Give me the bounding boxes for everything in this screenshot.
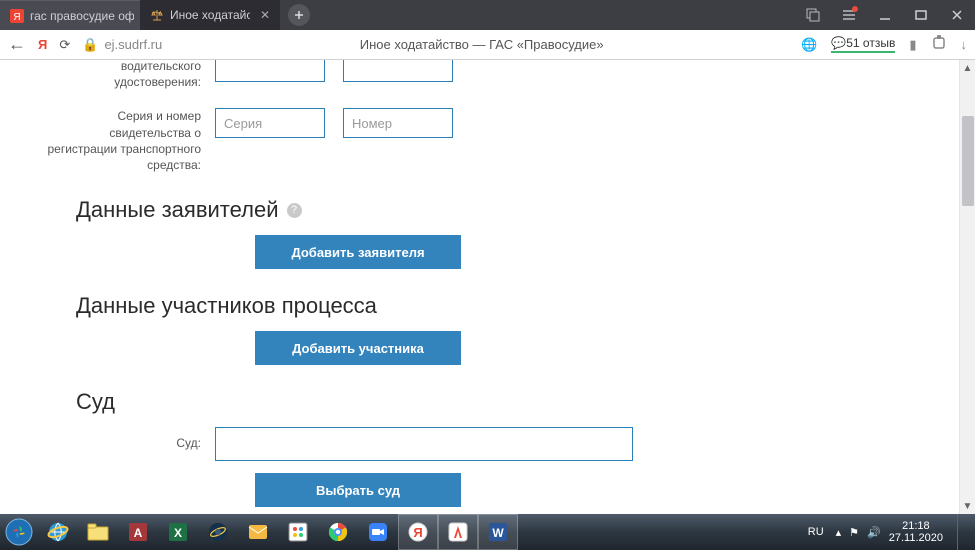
taskbar-excel-icon[interactable]: X <box>158 514 198 550</box>
extensions-icon[interactable] <box>931 35 947 54</box>
yandex-icon: Я <box>10 9 24 23</box>
taskbar-word-icon[interactable]: W <box>478 514 518 550</box>
window-controls <box>795 0 975 30</box>
tray-chevron-icon[interactable]: ▴ <box>836 526 842 539</box>
window-maximize[interactable] <box>903 0 939 30</box>
tabs-overview-button[interactable] <box>795 0 831 30</box>
scroll-down-arrow-icon[interactable]: ▼ <box>960 498 975 514</box>
tray-volume-icon[interactable]: 🔊 <box>867 526 881 539</box>
taskbar-paint-icon[interactable] <box>278 514 318 550</box>
label-vehicle-cert: Серия и номер свидетельства о регистраци… <box>40 108 215 173</box>
bookmark-icon[interactable]: ▮ <box>909 37 916 53</box>
taskbar-yandex-alt-icon[interactable]: Я <box>398 514 438 550</box>
taskbar-explorer-icon[interactable] <box>78 514 118 550</box>
label-driver-license-1: водительского <box>121 60 201 73</box>
downloads-icon[interactable]: ↓ <box>961 37 968 52</box>
tray-flag-icon[interactable]: ⚑ <box>849 526 859 539</box>
taskbar-zoom-icon[interactable] <box>358 514 398 550</box>
lock-icon: 🔒 <box>82 37 98 53</box>
svg-text:X: X <box>174 526 182 540</box>
new-tab-button[interactable] <box>288 4 310 26</box>
taskbar-accdb-icon[interactable]: A <box>118 514 158 550</box>
choose-court-button[interactable]: Выбрать суд <box>255 473 461 507</box>
taskbar-galaxy-icon[interactable] <box>198 514 238 550</box>
browser-address-bar: ← Я ⟳ 🔒 ej.sudrf.ru Иное ходатайство — Г… <box>0 30 975 60</box>
form-content: водительского удостоверения: Серия и ном… <box>0 60 975 514</box>
tray-clock[interactable]: 21:18 27.11.2020 <box>889 520 943 544</box>
svg-text:A: A <box>134 526 143 540</box>
scrollbar-thumb[interactable] <box>962 116 974 206</box>
section-court: Суд <box>76 389 975 415</box>
vehicle-cert-number-input[interactable] <box>343 108 453 138</box>
menu-button[interactable] <box>831 0 867 30</box>
label-driver-license-2: удостоверения: <box>114 75 201 89</box>
vehicle-cert-series-input[interactable] <box>215 108 325 138</box>
tab-close-icon[interactable]: ✕ <box>256 8 274 22</box>
show-desktop-button[interactable] <box>957 514 967 550</box>
svg-text:W: W <box>492 526 504 540</box>
yandex-home-button[interactable]: Я <box>38 37 47 52</box>
svg-text:Я: Я <box>413 525 422 540</box>
back-button[interactable]: ← <box>8 34 26 55</box>
tab-label: гас правосудие официал <box>30 9 134 23</box>
court-input[interactable] <box>215 427 633 461</box>
tray-language[interactable]: RU <box>804 524 828 540</box>
page-title: Иное ходатайство — ГАС «Правосудие» <box>174 37 789 52</box>
window-minimize[interactable] <box>867 0 903 30</box>
browser-titlebar: Я гас правосудие официал Иное ходатайств… <box>0 0 975 30</box>
tray-date: 27.11.2020 <box>889 532 943 544</box>
driver-license-series-input[interactable] <box>215 60 325 82</box>
taskbar-yandex-browser-icon[interactable] <box>438 514 478 550</box>
reviews-pill[interactable]: 💬51 отзыв <box>831 36 895 53</box>
window-close[interactable] <box>939 0 975 30</box>
driver-license-number-input[interactable] <box>343 60 453 82</box>
url-box[interactable]: 🔒 ej.sudrf.ru <box>82 37 162 53</box>
scales-icon <box>150 8 164 22</box>
add-applicant-button[interactable]: Добавить заявителя <box>255 235 461 269</box>
translate-icon[interactable]: 🌐 <box>801 37 817 53</box>
taskbar-outlook-icon[interactable] <box>238 514 278 550</box>
windows-taskbar: A X Я W RU ▴ ⚑ 🔊 21:18 27.11.2020 <box>0 514 975 550</box>
taskbar-ie-icon[interactable] <box>38 514 78 550</box>
plus-icon <box>293 9 305 21</box>
label-court: Суд: <box>40 427 215 451</box>
help-icon[interactable]: ? <box>287 203 302 218</box>
tab-gas-search[interactable]: Я гас правосудие официал <box>0 0 140 30</box>
page-viewport: водительского удостоверения: Серия и ном… <box>0 60 975 514</box>
tray-time: 21:18 <box>889 520 943 532</box>
scroll-up-arrow-icon[interactable]: ▲ <box>960 60 975 76</box>
add-participant-button[interactable]: Добавить участника <box>255 331 461 365</box>
reload-button[interactable]: ⟳ <box>59 37 70 53</box>
section-applicants: Данные заявителей ? <box>76 197 975 223</box>
start-button[interactable] <box>0 514 38 550</box>
vertical-scrollbar[interactable]: ▲ ▼ <box>959 60 975 514</box>
tab-label: Иное ходатайство — Г... <box>170 8 250 22</box>
system-tray: ▴ ⚑ 🔊 <box>836 526 881 539</box>
section-participants: Данные участников процесса <box>76 293 975 319</box>
svg-text:Я: Я <box>13 12 20 23</box>
taskbar-chrome-icon[interactable] <box>318 514 358 550</box>
url-text: ej.sudrf.ru <box>104 37 162 52</box>
tab-motion-page[interactable]: Иное ходатайство — Г... ✕ <box>140 0 280 30</box>
